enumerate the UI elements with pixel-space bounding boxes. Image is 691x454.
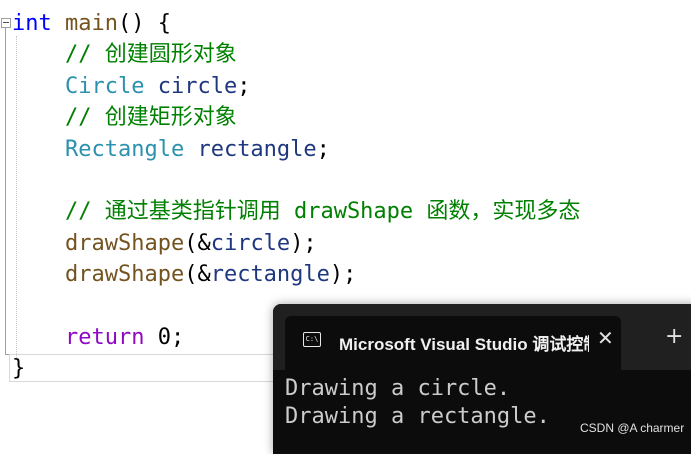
code-token: 0; [144, 325, 185, 350]
fold-guide [5, 28, 6, 354]
code-token: ; [237, 74, 251, 99]
code-line[interactable]: } [12, 353, 25, 384]
code-line[interactable]: drawShape(&rectangle); [12, 259, 356, 290]
console-output-line: Drawing a rectangle. [285, 404, 550, 429]
code-line[interactable]: return 0; [12, 322, 184, 353]
code-token: rectangle [210, 262, 330, 287]
watermark: CSDN @A charmer [580, 421, 685, 435]
code-token: // 通过基类指针调用 drawShape 函数，实现多态 [12, 199, 581, 224]
new-tab-plus-icon[interactable]: + [665, 324, 683, 349]
code-token: (& [184, 262, 211, 287]
code-token: rectangle [197, 137, 317, 162]
code-line[interactable]: // 创建矩形对象 [12, 102, 237, 133]
terminal-icon: C:\ [303, 332, 321, 347]
code-token: return [64, 325, 145, 350]
code-token: ; [316, 137, 330, 162]
console-tab[interactable]: C:\ Microsoft Visual Studio 调试控制台 ✕ [285, 316, 621, 370]
code-token: drawShape [64, 262, 185, 287]
code-token: drawShape [64, 231, 185, 256]
code-line[interactable]: // 通过基类指针调用 drawShape 函数，实现多态 [12, 196, 580, 227]
code-line[interactable]: Rectangle rectangle; [12, 134, 330, 165]
code-line[interactable]: drawShape(&circle); [12, 228, 317, 259]
console-tab-title: Microsoft Visual Studio 调试控制台 [339, 335, 589, 354]
console-output-line: Drawing a circle. [285, 376, 511, 401]
code-token: Circle [64, 74, 145, 99]
code-token: (& [184, 231, 211, 256]
console-tab-bar: C:\ Microsoft Visual Studio 调试控制台 ✕ + [273, 304, 691, 370]
code-token: circle [157, 74, 238, 99]
code-token: int [12, 11, 52, 36]
close-icon[interactable]: ✕ [597, 326, 614, 350]
code-token: // 创建矩形对象 [12, 105, 237, 130]
code-token: () { [117, 11, 171, 36]
code-line[interactable]: int main() { [12, 8, 171, 39]
collapse-icon[interactable] [1, 18, 11, 28]
code-token: // 创建圆形对象 [12, 42, 237, 67]
code-line[interactable]: Circle circle; [12, 71, 250, 102]
code-token: circle [210, 231, 291, 256]
code-token: ); [290, 231, 317, 256]
code-line[interactable]: // 创建圆形对象 [12, 39, 237, 70]
code-token: } [12, 356, 26, 381]
code-token: Rectangle [64, 137, 185, 162]
code-token: main [65, 11, 118, 36]
code-token: ); [329, 262, 357, 287]
